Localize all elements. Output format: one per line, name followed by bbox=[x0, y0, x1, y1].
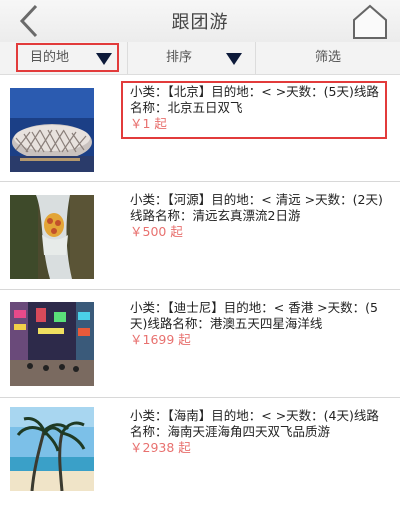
tour-list-item[interactable]: 小类：【海南】目的地：< >天数：(4天)线路名称：海南天涯海角四天双飞品质游 … bbox=[0, 398, 400, 506]
header-bar: 跟团游 bbox=[0, 0, 400, 43]
filter-sort-label: 排序 bbox=[166, 50, 193, 65]
bird-nest-stadium-image bbox=[10, 88, 94, 172]
tour-info: 小类：【迪士尼】目的地：< 香港 >天数：(5天)线路名称：港澳五天四星海洋线 … bbox=[130, 300, 386, 348]
home-icon[interactable] bbox=[350, 3, 390, 41]
filter-sort[interactable]: 排序 bbox=[128, 42, 256, 74]
rafting-image bbox=[10, 195, 94, 279]
filter-screen[interactable]: 筛选 bbox=[256, 42, 400, 74]
tour-info: 小类：【河源】目的地：< 清远 >天数：(2天)线路名称：清远玄真漂流2日游 ￥… bbox=[130, 192, 386, 240]
filter-screen-label: 筛选 bbox=[314, 50, 341, 65]
highlight-box bbox=[121, 81, 387, 139]
palm-beach-image bbox=[10, 407, 94, 491]
highlight-box bbox=[16, 43, 119, 72]
tour-price: ￥2938 起 bbox=[130, 440, 191, 455]
tour-description: 小类：【海南】目的地：< >天数：(4天)线路名称：海南天涯海角四天双飞品质游 bbox=[130, 408, 379, 439]
tour-list-item[interactable]: 小类：【迪士尼】目的地：< 香港 >天数：(5天)线路名称：港澳五天四星海洋线 … bbox=[0, 290, 400, 398]
tour-list-item[interactable]: 小类：【河源】目的地：< 清远 >天数：(2天)线路名称：清远玄真漂流2日游 ￥… bbox=[0, 182, 400, 290]
page-title: 跟团游 bbox=[171, 12, 229, 33]
tour-description: 小类：【迪士尼】目的地：< 香港 >天数：(5天)线路名称：港澳五天四星海洋线 bbox=[130, 300, 378, 331]
tour-description: 小类：【河源】目的地：< 清远 >天数：(2天)线路名称：清远玄真漂流2日游 bbox=[130, 192, 383, 223]
tour-info: 小类：【海南】目的地：< >天数：(4天)线路名称：海南天涯海角四天双飞品质游 … bbox=[130, 408, 386, 456]
hong-kong-street-image bbox=[10, 302, 94, 386]
tour-price: ￥1699 起 bbox=[130, 332, 191, 347]
tour-price: ￥500 起 bbox=[130, 224, 183, 239]
dropdown-triangle-icon bbox=[226, 53, 242, 65]
